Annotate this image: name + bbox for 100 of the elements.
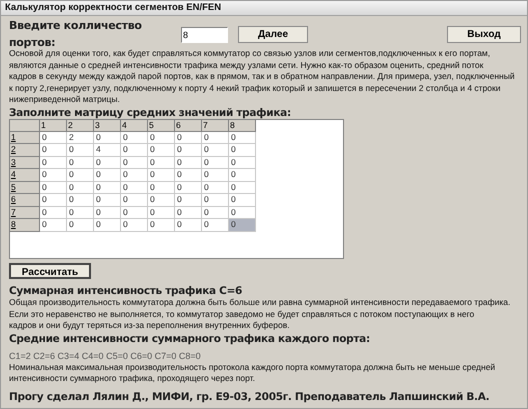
matrix-cell[interactable]: 0 (148, 132, 175, 144)
paragraph-line: Общая производительность коммутатора должна быть больше или равна суммарной интенсивности передаваемого трафика. (9, 296, 512, 309)
matrix-heading: Заполните матрицу средних значений трафика: (9, 106, 292, 119)
row-header: 4 (10, 169, 40, 182)
matrix-cell[interactable]: 0 (67, 182, 94, 194)
matrix-cell[interactable]: 0 (175, 219, 202, 232)
matrix-cell[interactable]: 0 (94, 156, 121, 170)
matrix-cell[interactable]: 0 (121, 132, 148, 144)
ports-field[interactable]: 8 (181, 26, 228, 42)
paragraph-line: кадров в секунду между каждой парой портов, как в прямом, так и в обратном направлении. Для примера, узел, подключенный (9, 71, 516, 83)
matrix-cell[interactable]: 0 (229, 144, 256, 157)
row-header: 7 (10, 206, 40, 220)
row-header: 1 (10, 132, 40, 144)
column-header: 1 (40, 120, 67, 132)
column-header: 7 (202, 120, 229, 132)
paragraph-line: к порту 2,генерирует узлу, подключенному к порту 4 некий трафик который и запишется в пересечении 2 столбца и 4 строки (9, 82, 502, 94)
matrix-cell[interactable]: 0 (202, 219, 229, 232)
ports-heading: Средние интенсивности суммарного трафика каждого порта: (9, 332, 371, 346)
paragraph-line: Если это неравенство не выполняется, то коммутатор заведомо не будет справляться с потоком поступающих в него (9, 308, 476, 320)
matrix-cell[interactable]: 0 (202, 182, 229, 194)
matrix-cell[interactable]: 0 (229, 156, 256, 170)
matrix-cell[interactable]: 0 (94, 206, 121, 220)
matrix-cell[interactable]: 0 (148, 169, 175, 182)
matrix-cell[interactable]: 0 (94, 132, 121, 144)
matrix-cell[interactable]: 0 (40, 132, 67, 144)
matrix-cell[interactable]: 0 (229, 194, 256, 207)
matrix-cell[interactable]: 0 (148, 194, 175, 207)
matrix-cell[interactable]: 0 (202, 132, 229, 144)
column-header: 4 (121, 120, 148, 132)
paragraph-line: кадров и они будут теряться из-за переполнения внутренних буферов. (9, 320, 291, 332)
matrix-cell[interactable]: 0 (67, 169, 94, 182)
matrix-cell[interactable]: 0 (40, 206, 67, 220)
matrix-cell[interactable]: 0 (121, 144, 148, 157)
ports-label: Введите колличество портов: (9, 18, 143, 50)
row-header: 6 (10, 194, 40, 207)
matrix-cell[interactable]: 0 (148, 206, 175, 220)
matrix-cell[interactable]: 0 (94, 194, 121, 207)
paragraph-line: Номинальная максимальная производительность протокола каждого порта коммутатора должна быть не меньше средней (9, 362, 496, 374)
paragraph-line: являются данные о средней интенсивности трафика между узлами сети. Нужно как-то образом оценить, средний поток (9, 60, 484, 72)
column-header: 8 (229, 120, 256, 132)
matrix-cell[interactable]: 0 (148, 182, 175, 194)
column-header: 6 (175, 120, 202, 132)
matrix-cell[interactable]: 0 (229, 182, 256, 194)
matrix-cell[interactable]: 0 (175, 156, 202, 170)
next-button[interactable]: Далее (238, 26, 308, 43)
matrix-cell[interactable]: 0 (121, 206, 148, 220)
matrix-cell[interactable]: 0 (202, 144, 229, 157)
exit-button[interactable]: Выход (447, 26, 521, 43)
matrix-cell[interactable]: 0 (229, 206, 256, 220)
paragraph-line: нижеприведенной матрицы. (9, 94, 121, 106)
matrix-cell[interactable]: 0 (202, 194, 229, 207)
matrix-cell[interactable]: 0 (121, 182, 148, 194)
matrix-cell[interactable]: 0 (67, 144, 94, 157)
window-title: Калькулятор корректности сегментов EN/FEN (5, 1, 222, 15)
matrix-cell[interactable]: 0 (40, 194, 67, 207)
matrix-cell[interactable]: 0 (202, 169, 229, 182)
matrix-cell[interactable]: 0 (175, 206, 202, 220)
row-header: 2 (10, 144, 40, 157)
matrix-cell[interactable]: 0 (40, 144, 67, 157)
matrix-cell[interactable]: 0 (94, 182, 121, 194)
matrix-cell[interactable]: 0 (175, 132, 202, 144)
matrix-cell[interactable]: 2 (67, 132, 94, 144)
matrix-cell[interactable]: 0 (40, 169, 67, 182)
row-header: 3 (10, 156, 40, 170)
matrix-cell[interactable]: 4 (94, 144, 121, 157)
matrix-cell[interactable]: 0 (94, 219, 121, 232)
matrix-cell[interactable]: 0 (94, 169, 121, 182)
matrix-cell[interactable]: 0 (148, 219, 175, 232)
footer-credits: Прогу сделал Лялин Д., МИФИ, гр. Е9-03, 2005г. Преподаватель Лапшинский В.А. (9, 390, 490, 403)
row-header: 8 (10, 219, 40, 232)
matrix-cell[interactable]: 0 (202, 206, 229, 220)
matrix-cell[interactable]: 0 (175, 144, 202, 157)
column-header: 2 (67, 120, 94, 132)
matrix-cell[interactable]: 0 (121, 219, 148, 232)
matrix-cell[interactable]: 0 (67, 219, 94, 232)
matrix-cell[interactable]: 0 (148, 144, 175, 157)
row-header: 5 (10, 182, 40, 194)
matrix-cell[interactable]: 0 (175, 182, 202, 194)
paragraph-line: Основой для оценки того, как будет справляться коммутатор со связью узлов или сегментов,подключенных к его портам, (9, 48, 492, 60)
matrix-cell[interactable]: 0 (40, 219, 67, 232)
matrix-cell[interactable]: 0 (148, 156, 175, 170)
matrix-cell[interactable]: 0 (67, 156, 94, 170)
column-header: 5 (148, 120, 175, 132)
matrix-cell[interactable]: 0 (229, 219, 256, 232)
matrix-cell[interactable]: 0 (175, 194, 202, 207)
matrix-cell[interactable]: 0 (121, 194, 148, 207)
column-header: 3 (94, 120, 121, 132)
matrix-cell[interactable]: 0 (175, 169, 202, 182)
matrix-cell[interactable]: 0 (202, 156, 229, 170)
matrix-cell[interactable]: 0 (121, 169, 148, 182)
port-values: C1=2 C2=6 C3=4 C4=0 C5=0 C6=0 C7=0 C8=0 (9, 350, 202, 362)
matrix-cell[interactable]: 0 (67, 194, 94, 207)
matrix-cell[interactable]: 0 (40, 156, 67, 170)
matrix-cell[interactable]: 0 (121, 156, 148, 170)
matrix-cell[interactable]: 0 (229, 169, 256, 182)
matrix-cell[interactable]: 0 (67, 206, 94, 220)
matrix-cell[interactable]: 0 (40, 182, 67, 194)
paragraph-line: интенсивности суммарного трафика, проходящего через порт. (9, 373, 256, 385)
calculate-button[interactable]: Рассчитать (9, 262, 91, 279)
matrix-cell[interactable]: 0 (229, 132, 256, 144)
